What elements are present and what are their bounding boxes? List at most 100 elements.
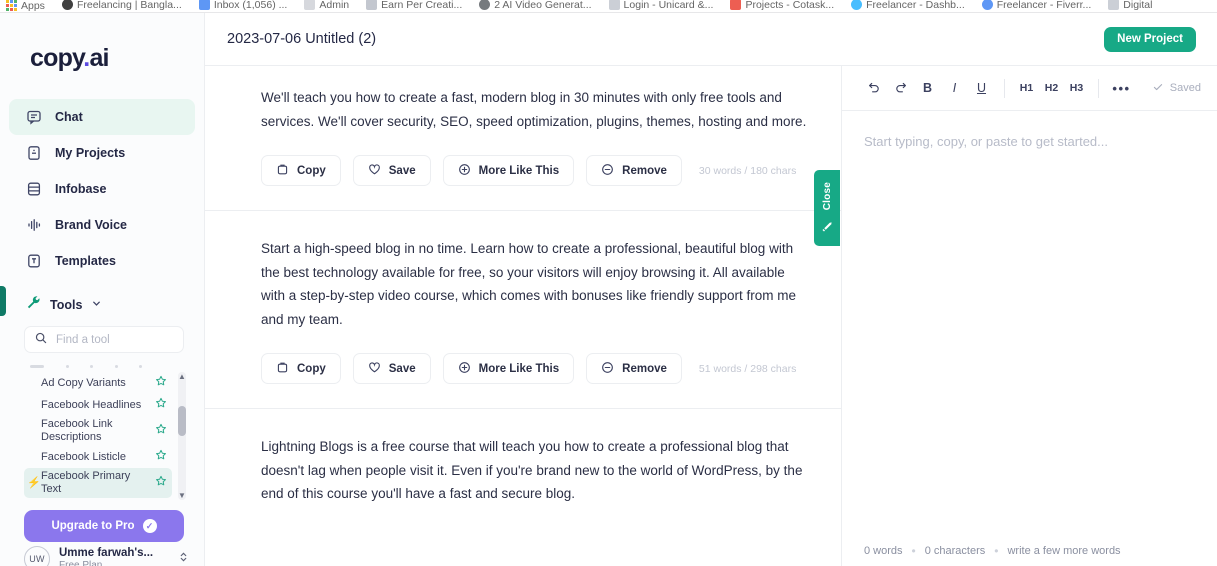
bookmark-item[interactable]: Digital bbox=[1108, 0, 1152, 11]
left-edge-handle[interactable] bbox=[0, 286, 6, 316]
search-input[interactable] bbox=[56, 333, 173, 346]
result-card: Start a high-speed blog in no time. Lear… bbox=[205, 210, 841, 384]
bookmark-item[interactable]: Freelancing | Bangla... bbox=[61, 0, 182, 11]
wrench-icon bbox=[26, 295, 41, 315]
word-char-counter: 30 words / 180 chars bbox=[698, 164, 797, 177]
sidebar-nav: Chat My Projects Infobase Brand Voice Te… bbox=[0, 99, 204, 279]
tool-list-item[interactable]: Ad Copy Variants bbox=[24, 372, 172, 394]
remove-button[interactable]: Remove bbox=[586, 353, 682, 384]
copy-button[interactable]: Copy bbox=[261, 155, 341, 186]
logo-main: copy bbox=[30, 44, 84, 72]
star-icon[interactable] bbox=[155, 474, 167, 492]
save-label: Save bbox=[388, 164, 416, 177]
bookmark-item[interactable]: Apps bbox=[6, 0, 45, 11]
redo-button[interactable] bbox=[887, 75, 914, 102]
tool-search[interactable] bbox=[24, 326, 184, 353]
tool-list-scrollbar[interactable]: ▲ ▼ bbox=[178, 372, 186, 500]
h3-button[interactable]: H3 bbox=[1064, 75, 1089, 102]
scroll-up-icon[interactable]: ▲ bbox=[178, 372, 186, 381]
copy-button[interactable]: Copy bbox=[261, 353, 341, 384]
favicon-icon bbox=[304, 0, 316, 10]
sidebar: copy.ai Chat My Projects Infobase Brand … bbox=[0, 13, 205, 566]
bookmark-item[interactable]: 2 AI Video Generat... bbox=[479, 0, 592, 11]
editor-panel: B I U H1 H2 H3 ••• Saved Start typing, c… bbox=[842, 66, 1217, 566]
favicon-icon bbox=[981, 0, 993, 10]
bookmark-item[interactable]: Freelancer - Dashb... bbox=[851, 0, 965, 11]
bookmark-item[interactable]: Admin bbox=[304, 0, 349, 11]
bookmark-item[interactable]: Projects - Cotask... bbox=[730, 0, 834, 11]
copyai-logo[interactable]: copy.ai bbox=[30, 44, 204, 73]
bookmark-label: Digital bbox=[1123, 0, 1153, 10]
bookmark-item[interactable]: Earn Per Creati... bbox=[366, 0, 462, 11]
bookmark-label: Admin bbox=[319, 0, 350, 10]
scrollbar-thumb[interactable] bbox=[178, 406, 186, 436]
scroll-down-icon[interactable]: ▼ bbox=[178, 491, 186, 500]
undo-button[interactable] bbox=[860, 75, 887, 102]
chevron-updown-icon[interactable] bbox=[178, 550, 189, 566]
pencil-icon bbox=[821, 216, 833, 234]
chat-icon bbox=[26, 109, 42, 125]
tool-name: Facebook Link Descriptions bbox=[41, 418, 113, 443]
new-project-button[interactable]: New Project bbox=[1104, 26, 1196, 52]
tool-list[interactable]: Ad Copy Variants Facebook Headlines Face… bbox=[24, 372, 172, 500]
tool-list-container: Ad Copy Variants Facebook Headlines Face… bbox=[24, 360, 186, 500]
tool-list-item[interactable]: Facebook Link Descriptions bbox=[24, 416, 172, 446]
more-like-this-button[interactable]: More Like This bbox=[442, 155, 575, 186]
more-options-button[interactable]: ••• bbox=[1108, 75, 1135, 102]
copy-icon bbox=[276, 163, 289, 179]
sidebar-item-templates[interactable]: Templates bbox=[9, 243, 195, 279]
tool-list-item[interactable]: General Ad Copy bbox=[24, 498, 172, 500]
bookmark-label: Apps bbox=[21, 0, 45, 11]
upgrade-to-pro-button[interactable]: Upgrade to Pro ✓ bbox=[24, 510, 184, 542]
character-count: 0 characters bbox=[924, 545, 986, 557]
star-icon[interactable] bbox=[155, 422, 167, 440]
more-like-this-button[interactable]: More Like This bbox=[442, 353, 575, 384]
star-icon[interactable] bbox=[155, 396, 167, 414]
editor-status-bar: 0 words • 0 characters • write a few mor… bbox=[842, 540, 1217, 566]
remove-button[interactable]: Remove bbox=[586, 155, 682, 186]
tool-list-top-fade bbox=[30, 360, 164, 372]
favicon-icon bbox=[479, 0, 491, 10]
search-icon bbox=[35, 331, 47, 349]
bookmark-label: 2 AI Video Generat... bbox=[494, 0, 592, 10]
brand-voice-icon bbox=[26, 217, 42, 233]
close-panel-handle[interactable]: Close bbox=[814, 170, 840, 246]
underline-button[interactable]: U bbox=[968, 75, 995, 102]
bookmark-item[interactable]: Freelancer - Fiverr... bbox=[981, 0, 1091, 11]
save-button[interactable]: Save bbox=[352, 155, 431, 186]
sidebar-item-my-projects[interactable]: My Projects bbox=[9, 135, 195, 171]
result-actions: Copy Save More Like This bbox=[261, 353, 809, 384]
result-text: Start a high-speed blog in no time. Lear… bbox=[261, 241, 796, 327]
bookmark-label: Projects - Cotask... bbox=[745, 0, 835, 10]
tool-list-item[interactable]: Facebook Headlines bbox=[24, 394, 172, 416]
check-icon bbox=[1152, 81, 1164, 96]
tools-section-header[interactable]: Tools bbox=[26, 295, 204, 315]
star-icon[interactable] bbox=[155, 374, 167, 392]
favicon-icon bbox=[198, 0, 210, 10]
save-button[interactable]: Save bbox=[352, 353, 431, 384]
toolbar-divider bbox=[1004, 78, 1005, 98]
tool-list-item-selected[interactable]: ⚡ Facebook Primary Text bbox=[24, 468, 172, 498]
favicon-icon bbox=[608, 0, 620, 10]
close-handle-label: Close bbox=[821, 181, 833, 211]
word-char-counter: 51 words / 298 chars bbox=[698, 362, 797, 375]
bookmark-item[interactable]: Login - Unicard &... bbox=[608, 0, 713, 11]
bookmark-item[interactable]: Inbox (1,056) ... bbox=[198, 0, 287, 11]
sidebar-item-brand-voice[interactable]: Brand Voice bbox=[9, 207, 195, 243]
editor-body[interactable]: Start typing, copy, or paste to get star… bbox=[842, 111, 1217, 540]
result-actions: Copy Save More Like This bbox=[261, 155, 809, 186]
sidebar-item-infobase[interactable]: Infobase bbox=[9, 171, 195, 207]
sidebar-item-chat[interactable]: Chat bbox=[9, 99, 195, 135]
italic-button[interactable]: I bbox=[941, 75, 968, 102]
upgrade-label: Upgrade to Pro bbox=[51, 520, 135, 532]
save-label: Save bbox=[388, 362, 416, 375]
h2-button[interactable]: H2 bbox=[1039, 75, 1064, 102]
toolbar-divider bbox=[1098, 78, 1099, 98]
star-icon[interactable] bbox=[155, 448, 167, 466]
user-profile[interactable]: UW Umme farwah's... Free Plan bbox=[24, 546, 189, 566]
app-header: 2023-07-06 Untitled (2) New Project bbox=[205, 13, 1217, 66]
h1-button[interactable]: H1 bbox=[1014, 75, 1039, 102]
tool-list-item[interactable]: Facebook Listicle bbox=[24, 446, 172, 468]
bold-button[interactable]: B bbox=[914, 75, 941, 102]
plus-circle-icon bbox=[458, 163, 471, 179]
